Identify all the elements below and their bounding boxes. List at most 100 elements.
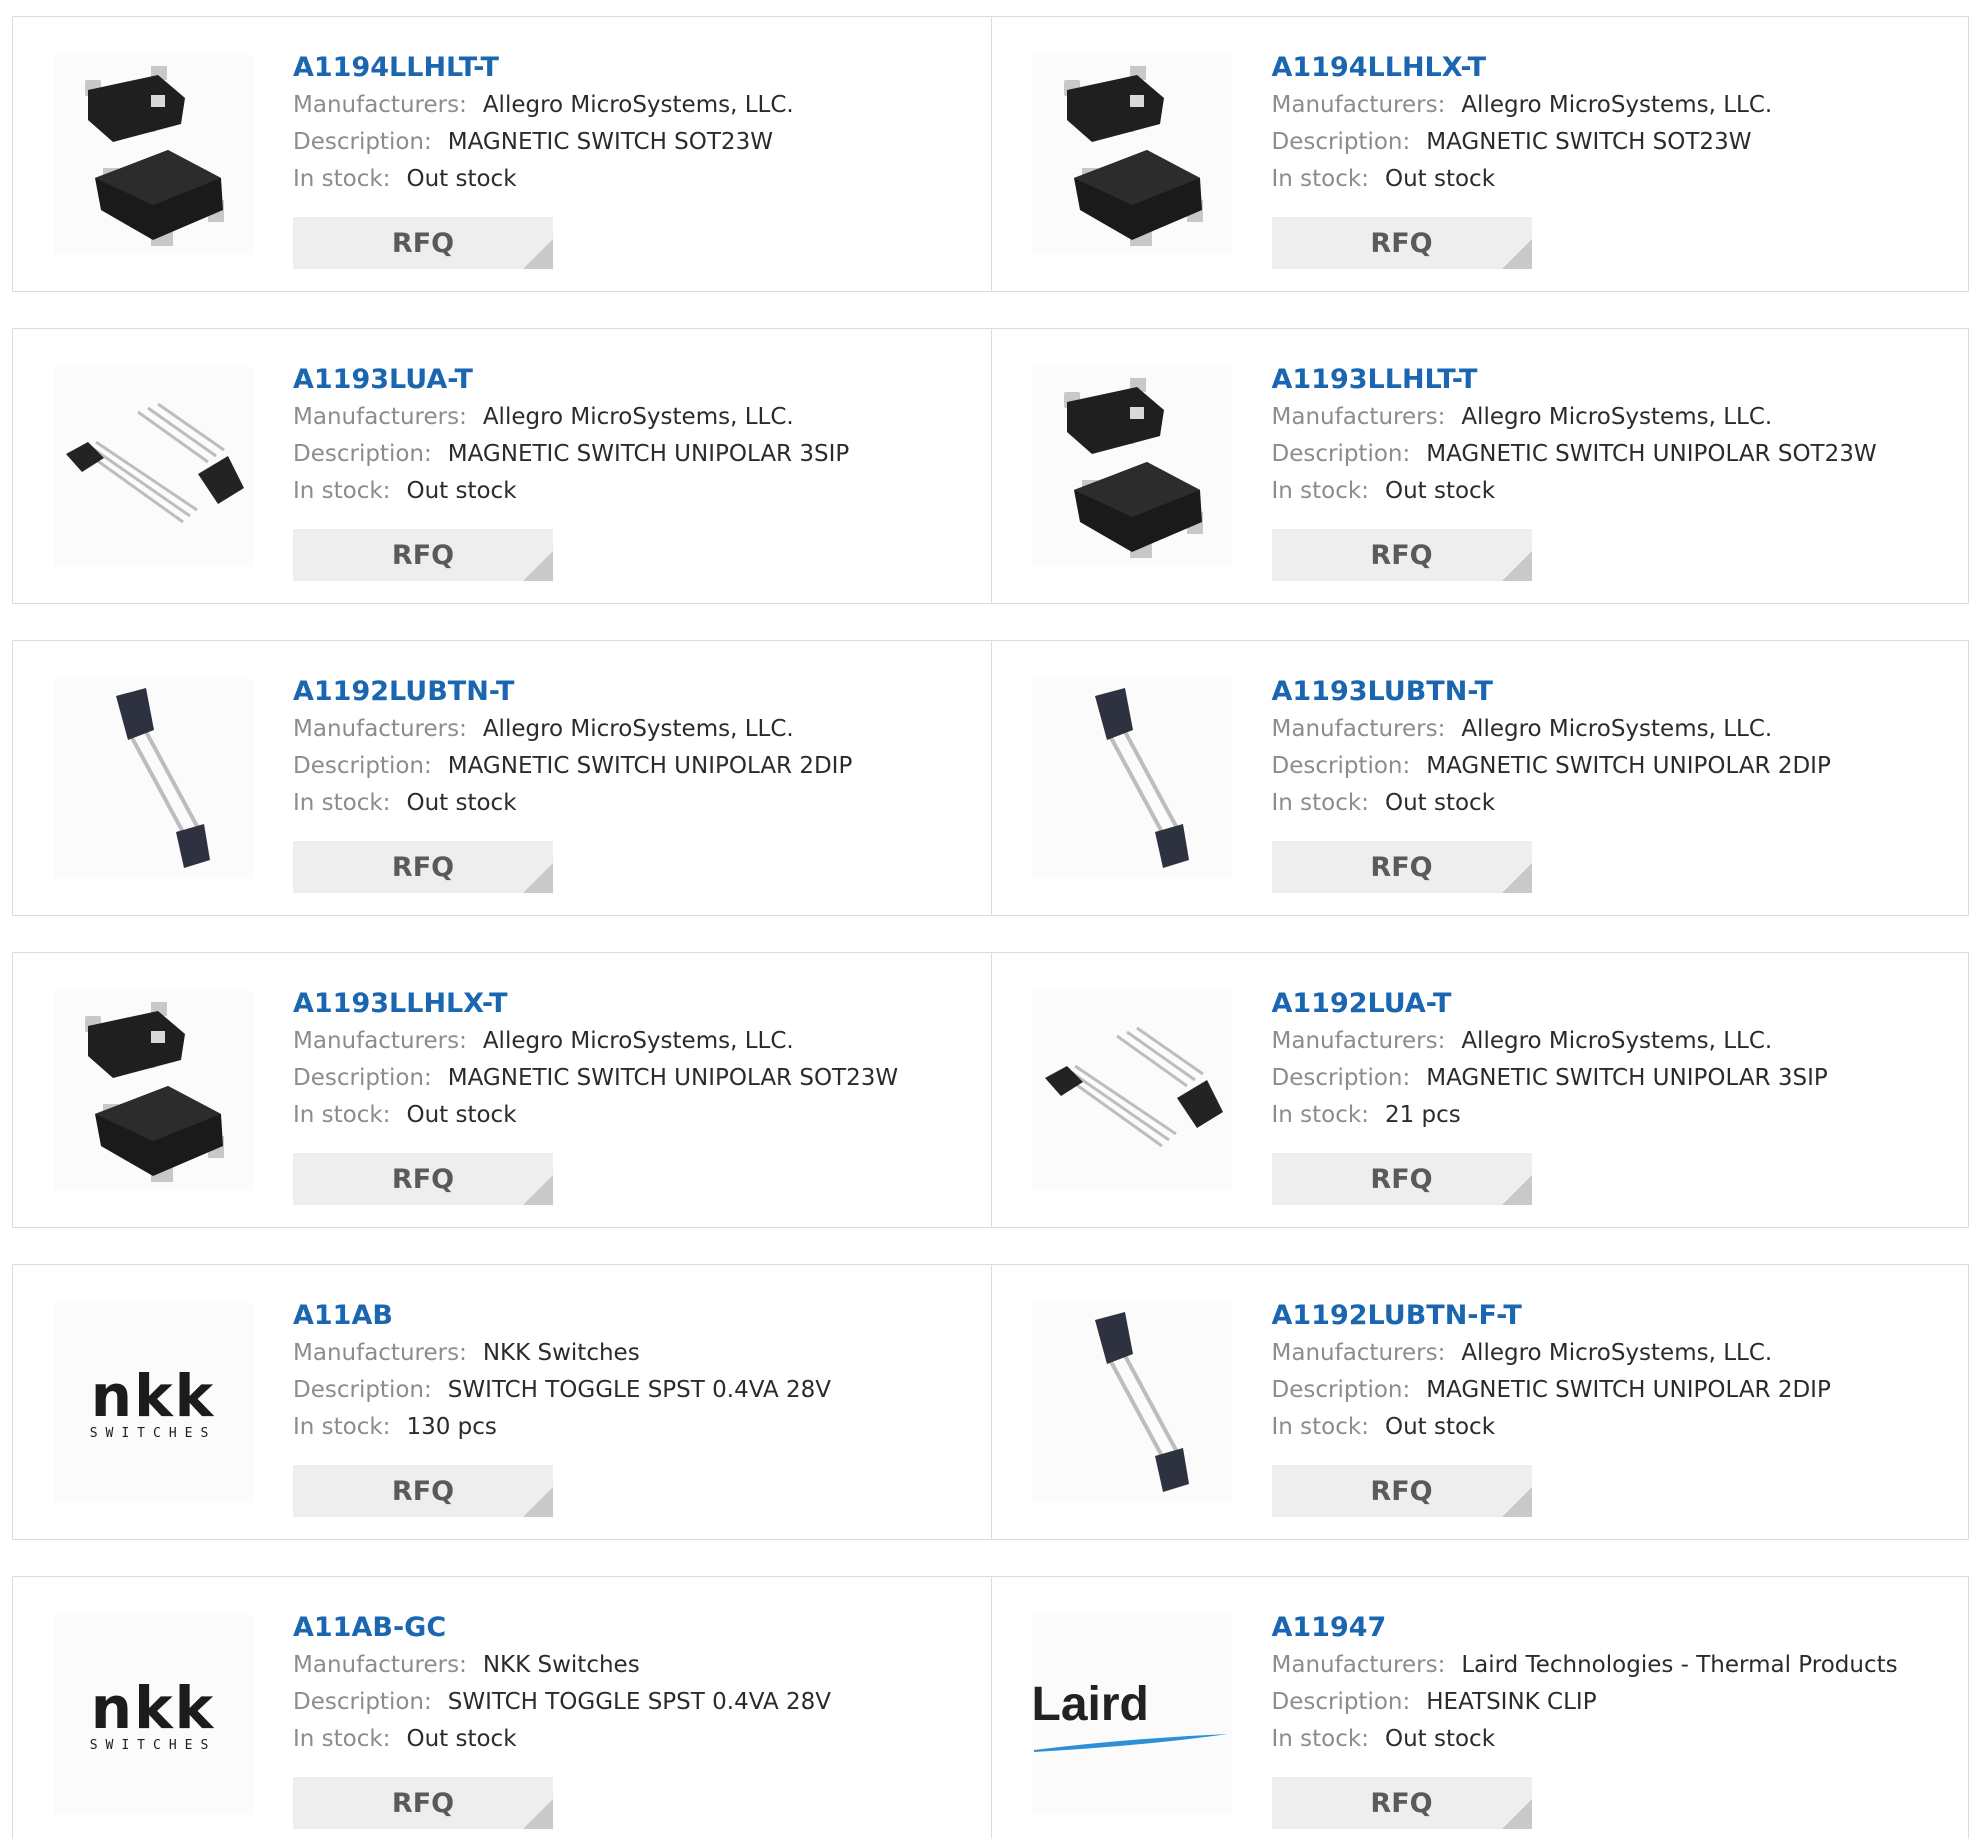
stock-value: Out stock — [1384, 790, 1496, 816]
rfq-button[interactable]: RFQ — [293, 1465, 553, 1517]
rfq-corner-decoration — [523, 1799, 553, 1829]
product-card: A1193LUBTN-T Manufacturers: Allegro Micro… — [990, 641, 1969, 915]
stock-label: In stock: — [1271, 1102, 1369, 1128]
rfq-button[interactable]: RFQ — [293, 529, 553, 581]
description-label: Description: — [293, 753, 432, 779]
stock-value: 130 pcs — [406, 1414, 497, 1440]
nkk-logo-letters: nkk — [90, 1673, 216, 1742]
product-image[interactable] — [53, 679, 253, 879]
product-image[interactable] — [53, 991, 253, 1191]
part-number-link[interactable]: A1194LLHLX-T — [1272, 49, 1932, 87]
product-image[interactable]: nkk SWITCHES — [53, 1303, 253, 1503]
description-row: Description: MAGNETIC SWITCH UNIPOLAR 2DI… — [1272, 1372, 1932, 1409]
rfq-corner-decoration — [523, 551, 553, 581]
product-card: A1193LLHLX-T Manufacturers: Allegro Micro… — [13, 953, 991, 1227]
description-row: Description: SWITCH TOGGLE SPST 0.4VA 28V — [293, 1684, 953, 1721]
description-value: MAGNETIC SWITCH SOT23W — [447, 129, 773, 155]
manufacturer-value: NKK Switches — [482, 1652, 640, 1678]
manufacturer-value: Allegro MicroSystems, LLC. — [482, 716, 794, 742]
manufacturer-value: Allegro MicroSystems, LLC. — [1461, 92, 1773, 118]
part-number-link[interactable]: A11AB-GC — [293, 1609, 953, 1647]
rfq-button[interactable]: RFQ — [1271, 1153, 1532, 1205]
rfq-corner-decoration — [523, 1487, 553, 1517]
manufacturer-row: Manufacturers: Allegro MicroSystems, LLC. — [1272, 399, 1932, 436]
stock-row: In stock: Out stock — [1272, 1721, 1932, 1758]
description-value: HEATSINK CLIP — [1426, 1689, 1597, 1715]
stock-row: In stock: Out stock — [1272, 1409, 1932, 1446]
rfq-label: RFQ — [391, 851, 455, 883]
rfq-label: RFQ — [1370, 539, 1433, 571]
description-value: MAGNETIC SWITCH UNIPOLAR 3SIP — [1426, 1065, 1828, 1091]
rfq-button[interactable]: RFQ — [1271, 841, 1532, 893]
dip2-chip-icon — [116, 688, 210, 868]
product-image[interactable] — [1031, 991, 1232, 1191]
rfq-button[interactable]: RFQ — [1271, 1777, 1532, 1829]
rfq-button[interactable]: RFQ — [1271, 217, 1532, 269]
product-image[interactable] — [1031, 1303, 1232, 1503]
manufacturer-row: Manufacturers: Allegro MicroSystems, LLC. — [293, 1023, 953, 1060]
manufacturer-label: Manufacturers: — [1271, 716, 1446, 742]
product-image[interactable] — [53, 55, 253, 255]
product-image[interactable] — [1031, 367, 1232, 567]
description-value: MAGNETIC SWITCH UNIPOLAR SOT23W — [447, 1065, 899, 1091]
rfq-button[interactable]: RFQ — [293, 1153, 553, 1205]
description-value: MAGNETIC SWITCH UNIPOLAR 2DIP — [447, 753, 853, 779]
part-number-link[interactable]: A1193LLHLT-T — [1272, 361, 1932, 399]
rfq-button[interactable]: RFQ — [293, 1777, 553, 1829]
rfq-button[interactable]: RFQ — [293, 217, 553, 269]
stock-label: In stock: — [293, 166, 391, 192]
product-info: A1192LUA-T Manufacturers: Allegro MicroSy… — [1272, 985, 1932, 1134]
part-number-link[interactable]: A1192LUBTN-F-T — [1272, 1297, 1932, 1335]
nkk-switches-logo: nkk SWITCHES — [90, 1678, 217, 1753]
part-number-link[interactable]: A1192LUA-T — [1272, 985, 1932, 1023]
description-row: Description: MAGNETIC SWITCH UNIPOLAR SOT… — [293, 1060, 953, 1097]
stock-label: In stock: — [293, 790, 391, 816]
manufacturer-row: Manufacturers: NKK Switches — [293, 1647, 953, 1684]
product-row: A1193LLHLX-T Manufacturers: Allegro Micro… — [12, 952, 1969, 1228]
product-image[interactable]: Laird — [1031, 1615, 1232, 1815]
part-number-link[interactable]: A11947 — [1272, 1609, 1932, 1647]
rfq-label: RFQ — [1370, 1475, 1433, 1507]
rfq-button[interactable]: RFQ — [1271, 529, 1532, 581]
part-number-link[interactable]: A11AB — [293, 1297, 953, 1335]
rfq-corner-decoration — [523, 1175, 553, 1205]
description-row: Description: SWITCH TOGGLE SPST 0.4VA 28V — [293, 1372, 953, 1409]
rfq-corner-decoration — [523, 863, 553, 893]
product-info: A11AB-GC Manufacturers: NKK Switches Desc… — [293, 1609, 953, 1758]
description-row: Description: MAGNETIC SWITCH UNIPOLAR 2DI… — [1272, 748, 1932, 785]
sot23w-chip-icon — [1063, 378, 1203, 558]
part-number-link[interactable]: A1193LUBTN-T — [1272, 673, 1932, 711]
manufacturer-row: Manufacturers: Allegro MicroSystems, LLC. — [293, 399, 953, 436]
manufacturer-row: Manufacturers: Allegro MicroSystems, LLC. — [1272, 711, 1932, 748]
description-row: Description: MAGNETIC SWITCH UNIPOLAR 2DI… — [293, 748, 953, 785]
description-row: Description: MAGNETIC SWITCH UNIPOLAR 3SI… — [1272, 1060, 1932, 1097]
product-card: nkk SWITCHES A11AB Manufacturers: NKK Swit… — [13, 1265, 991, 1539]
product-card: A1193LLHLT-T Manufacturers: Allegro Micro… — [990, 329, 1969, 603]
part-number-link[interactable]: A1193LUA-T — [293, 361, 953, 399]
rfq-button[interactable]: RFQ — [1271, 1465, 1532, 1517]
description-label: Description: — [293, 1065, 432, 1091]
part-number-link[interactable]: A1193LLHLX-T — [293, 985, 953, 1023]
rfq-corner-decoration — [1501, 1175, 1532, 1205]
rfq-label: RFQ — [1370, 227, 1433, 259]
description-label: Description: — [1271, 441, 1411, 467]
sot23w-chip-icon — [85, 1002, 224, 1182]
manufacturer-label: Manufacturers: — [1271, 92, 1446, 118]
rfq-label: RFQ — [391, 1475, 455, 1507]
description-label: Description: — [293, 1377, 432, 1403]
description-label: Description: — [1271, 1689, 1411, 1715]
product-card: A1192LUA-T Manufacturers: Allegro MicroSy… — [990, 953, 1969, 1227]
description-row: Description: MAGNETIC SWITCH SOT23W — [293, 124, 953, 161]
product-image[interactable] — [1031, 55, 1232, 255]
description-label: Description: — [1271, 129, 1411, 155]
part-number-link[interactable]: A1194LLHLT-T — [293, 49, 953, 87]
product-image[interactable] — [1031, 679, 1232, 879]
manufacturer-row: Manufacturers: Allegro MicroSystems, LLC. — [293, 87, 953, 124]
part-number-link[interactable]: A1192LUBTN-T — [293, 673, 953, 711]
manufacturer-value: Allegro MicroSystems, LLC. — [482, 1028, 794, 1054]
product-image[interactable] — [53, 367, 253, 567]
description-label: Description: — [293, 1689, 432, 1715]
nkk-logo-sub: SWITCHES — [89, 1425, 217, 1441]
product-image[interactable]: nkk SWITCHES — [53, 1615, 253, 1815]
rfq-button[interactable]: RFQ — [293, 841, 553, 893]
